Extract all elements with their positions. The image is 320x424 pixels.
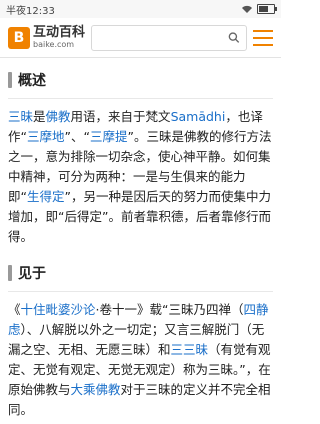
section-title-text: 概述 (18, 73, 46, 89)
section-title-text: 见于 (18, 266, 46, 282)
section-paragraph: 三昧是佛教用语，来自于梵文Samādhi，也译作“三摩地”、“三摩提”。三昧是佛… (0, 99, 281, 251)
article-link[interactable]: 生得定 (27, 189, 65, 204)
article-text: ·卷十一》载“三昧乃四禅（ (95, 302, 244, 317)
article-text: 《 (8, 302, 21, 317)
article-text: ”、“ (64, 129, 90, 144)
section-title: 概述 (0, 58, 281, 98)
search-box[interactable] (91, 24, 247, 51)
search-input[interactable] (98, 30, 229, 45)
site-logo[interactable]: B 互动百科 baike.com (8, 26, 85, 49)
article-text: 是 (33, 109, 46, 124)
logo-domain: baike.com (33, 40, 75, 49)
article-link[interactable]: 三摩地 (27, 129, 65, 144)
article-link[interactable]: 佛教 (46, 109, 71, 124)
article-link[interactable]: 三三昧 (171, 342, 209, 357)
article-link[interactable]: 十住毗婆沙论 (21, 302, 96, 317)
menu-icon[interactable] (253, 29, 273, 46)
logo-text: 互动百科 baike.com (33, 26, 85, 49)
section-paragraph: 《十住毗婆沙论·卷十一》载“三昧乃四禅（四静虑）、八解脱以外之一切定；又言三解脱… (0, 292, 281, 424)
status-icons (241, 4, 277, 14)
article-link[interactable]: Samādhi (171, 109, 226, 124)
logo-mark: B (8, 26, 30, 49)
status-time: 半夜12:33 (6, 5, 55, 17)
section-marker (8, 72, 12, 88)
search-icon[interactable] (228, 31, 240, 44)
article-link[interactable]: 三摩提 (90, 129, 128, 144)
section-marker (8, 265, 12, 281)
logo-name: 互动百科 (33, 25, 86, 40)
article-body: 概述三昧是佛教用语，来自于梵文Samādhi，也译作“三摩地”、“三摩提”。三昧… (0, 58, 281, 424)
article-link[interactable]: 三昧 (8, 109, 33, 124)
article-link[interactable]: 大乘佛教 (71, 382, 121, 397)
header: B 互动百科 baike.com (0, 18, 281, 58)
status-bar: 半夜12:33 (0, 0, 281, 18)
section-title: 见于 (0, 251, 281, 291)
wifi-icon (242, 5, 252, 13)
battery-icon (257, 4, 277, 14)
article-text: 用语，来自于梵文 (70, 109, 171, 124)
